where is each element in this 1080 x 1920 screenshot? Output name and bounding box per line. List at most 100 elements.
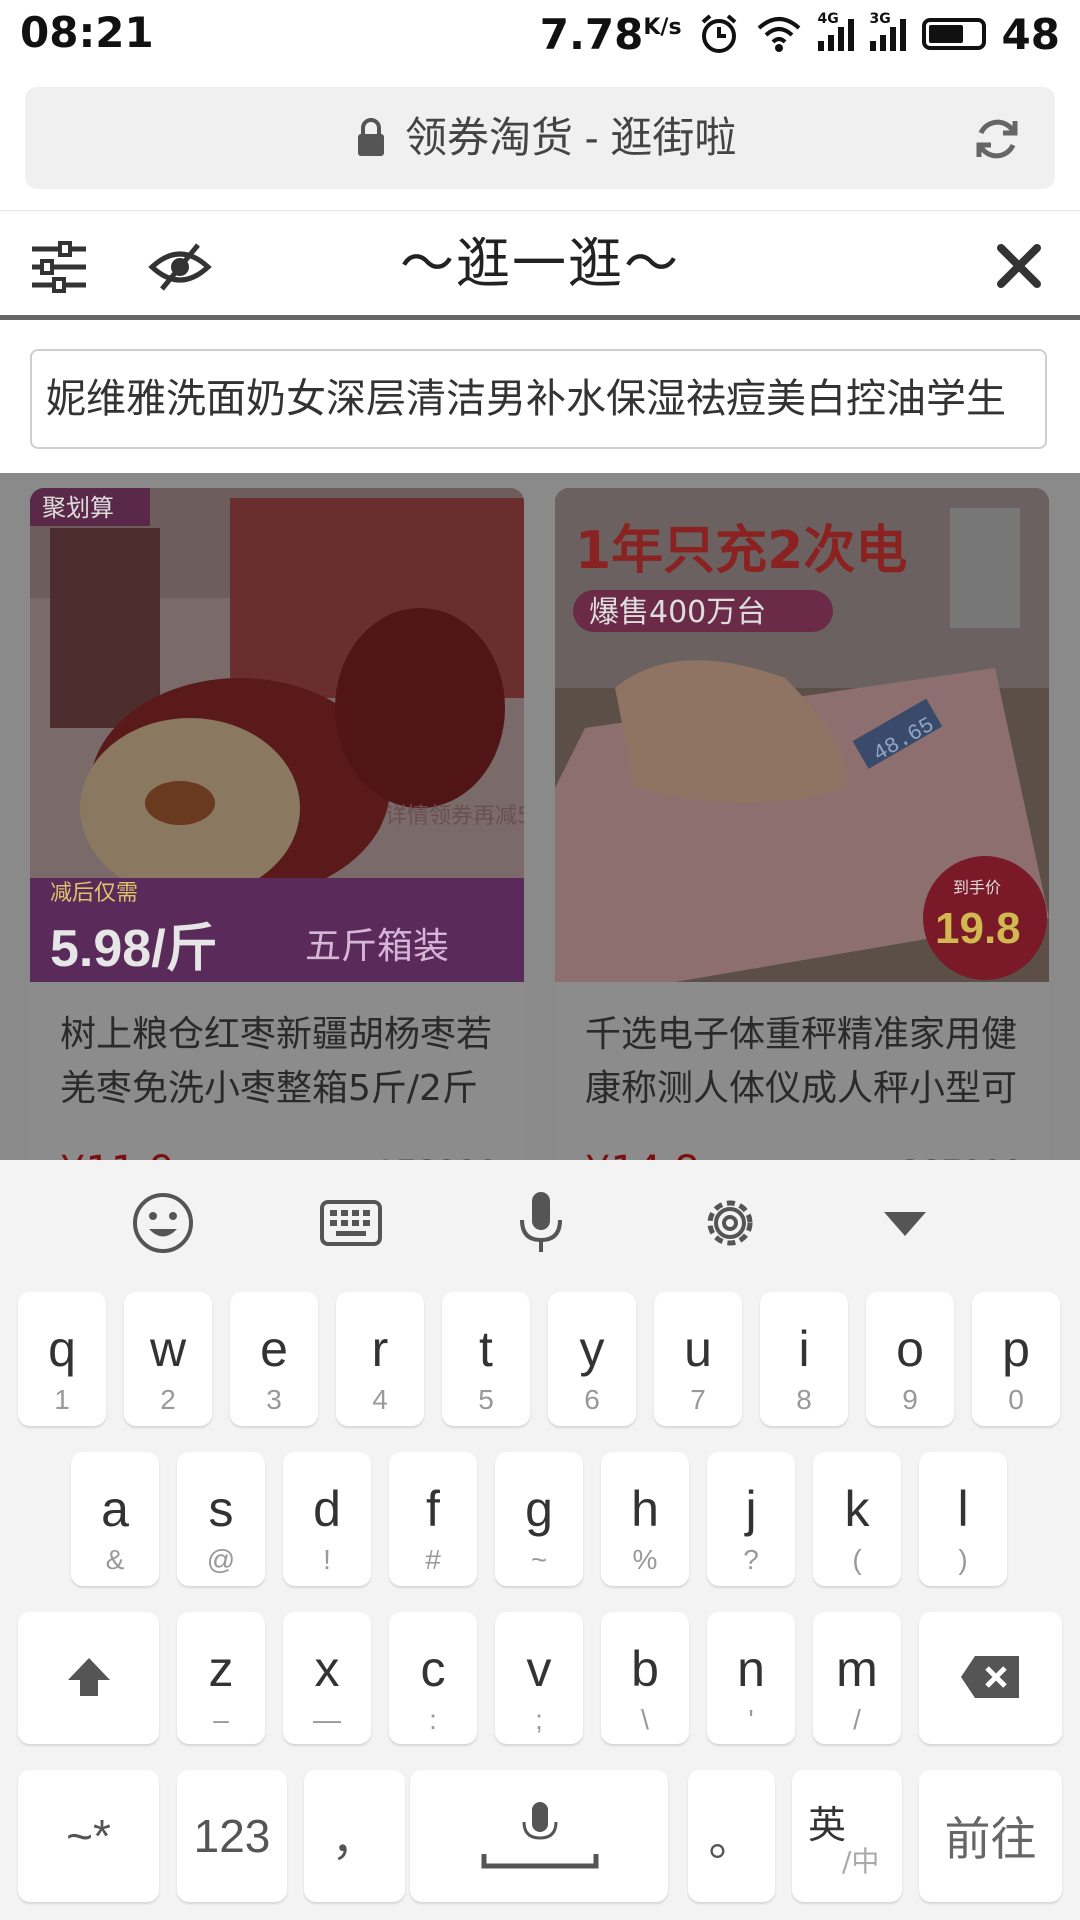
key-secondary: ? xyxy=(743,1544,759,1575)
coupon-text: 详情领券再减5元 xyxy=(385,804,524,829)
key-letter: b xyxy=(631,1641,659,1697)
settings-gear-icon[interactable] xyxy=(697,1190,763,1256)
language-sub: /中 xyxy=(842,1845,880,1878)
close-icon[interactable] xyxy=(996,243,1042,289)
key-o[interactable]: o9 xyxy=(866,1292,954,1426)
key-secondary: – xyxy=(213,1704,229,1735)
key-letter: o xyxy=(896,1321,924,1377)
alarm-icon xyxy=(701,14,736,53)
microphone-icon[interactable] xyxy=(508,1190,574,1256)
key-s[interactable]: s @ xyxy=(177,1452,265,1586)
symbols-key[interactable]: ~* xyxy=(18,1770,159,1902)
key-letter: f xyxy=(426,1481,440,1537)
space-key[interactable] xyxy=(410,1770,668,1902)
key-letter: c xyxy=(420,1641,446,1697)
soft-keyboard: q1w2e3r4t5y6u7i8o9p0 a & s @ d! f # g ~ h% j? k(l) … xyxy=(0,1160,1080,1920)
key-secondary: 4 xyxy=(372,1384,388,1415)
key-letter: v xyxy=(526,1641,552,1697)
key-f[interactable]: f # xyxy=(389,1452,477,1586)
key-g[interactable]: g ~ xyxy=(495,1452,583,1586)
key-v[interactable]: v; xyxy=(495,1612,583,1744)
product-title[interactable]: 树上粮仓红枣新疆胡杨枣若羌枣免洗小枣整箱5斤/2斤 xyxy=(60,1008,500,1116)
key-letter: t xyxy=(479,1321,493,1377)
language-switch-key[interactable]: 英 /中 xyxy=(792,1770,902,1902)
key-k[interactable]: k( xyxy=(813,1452,901,1586)
key-c[interactable]: c: xyxy=(389,1612,477,1744)
key-m[interactable]: m / xyxy=(813,1612,901,1744)
key-h[interactable]: h% xyxy=(601,1452,689,1586)
period-key[interactable]: 。 xyxy=(688,1770,775,1902)
key-l[interactable]: l) xyxy=(919,1452,1007,1586)
key-letter: m xyxy=(836,1641,878,1697)
shift-icon xyxy=(68,1658,110,1696)
key-secondary: 3 xyxy=(266,1384,282,1415)
key-secondary: # xyxy=(425,1544,441,1575)
key-letter: p xyxy=(1002,1321,1030,1377)
key-secondary: 5 xyxy=(478,1384,494,1415)
shift-key[interactable] xyxy=(18,1612,159,1744)
go-key[interactable]: 前往 xyxy=(919,1770,1062,1902)
price-badge-label: 到手价 xyxy=(953,878,1001,897)
search-area: 妮维雅洗面奶女深层清洁男补水保湿祛痘美白控油学生 xyxy=(0,325,1080,473)
page-header: ～逛一逛～ xyxy=(0,210,1080,320)
key-secondary: & xyxy=(105,1544,125,1575)
key-letter: i xyxy=(798,1321,810,1377)
key-e[interactable]: e3 xyxy=(230,1292,318,1426)
product-sold-count: 178990 xyxy=(376,1153,498,1160)
numbers-key[interactable]: 123 xyxy=(177,1770,287,1902)
key-x[interactable]: x — xyxy=(283,1612,371,1744)
key-letter: a xyxy=(101,1481,129,1537)
product-image[interactable]: 聚划算 减后仅需 5.98/斤 五斤箱装 详情领券再减5元 xyxy=(30,488,524,982)
key-letter: h xyxy=(631,1481,659,1537)
key-secondary: 6 xyxy=(584,1384,600,1415)
key-a[interactable]: a & xyxy=(71,1452,159,1586)
key-letter: s xyxy=(208,1481,234,1537)
network-speed-unit: K/s xyxy=(643,14,682,40)
emoji-icon[interactable] xyxy=(130,1190,196,1256)
status-bar: 08:21 7.78K/s 4G 3G 48 xyxy=(0,0,1080,66)
space-mic-icon xyxy=(481,1802,599,1869)
key-secondary: — xyxy=(313,1704,341,1735)
key-letter: j xyxy=(745,1481,757,1537)
reload-icon[interactable] xyxy=(971,113,1023,165)
key-secondary: ; xyxy=(535,1704,543,1735)
product-title[interactable]: 千选电子体重秤精准家用健康称测人体仪成人秤小型可 xyxy=(585,1008,1025,1116)
page-title: 领券淘货 - 逛街啦 xyxy=(405,114,737,161)
promo-price: 5.98/斤 xyxy=(50,920,218,978)
key-t[interactable]: t5 xyxy=(442,1292,530,1426)
backspace-key[interactable] xyxy=(919,1612,1062,1744)
key-secondary: 9 xyxy=(902,1384,918,1415)
key-letter: u xyxy=(684,1321,712,1377)
key-j[interactable]: j? xyxy=(707,1452,795,1586)
key-secondary: @ xyxy=(206,1544,236,1575)
product-card[interactable]: 48.65 到手价 19.8 1年只充2次电 爆售400万台 千选电子体重秤精准… xyxy=(555,488,1049,1160)
key-letter: d xyxy=(313,1481,341,1537)
search-input[interactable]: 妮维雅洗面奶女深层清洁男补水保湿祛痘美白控油学生 xyxy=(30,349,1047,449)
key-y[interactable]: y6 xyxy=(548,1292,636,1426)
collapse-keyboard-icon[interactable] xyxy=(872,1190,938,1256)
key-n[interactable]: n ' xyxy=(707,1612,795,1744)
product-image[interactable]: 48.65 到手价 19.8 1年只充2次电 爆售400万台 xyxy=(555,488,1049,982)
key-q[interactable]: q1 xyxy=(18,1292,106,1426)
keyboard-layout-icon[interactable] xyxy=(318,1190,384,1256)
key-secondary: 8 xyxy=(796,1384,812,1415)
key-secondary: 0 xyxy=(1008,1384,1024,1415)
key-b[interactable]: b \ xyxy=(601,1612,689,1744)
product-price: ¥14.8 xyxy=(585,1148,700,1160)
product-price: ¥11.9 xyxy=(60,1148,175,1160)
comma-key[interactable]: ， xyxy=(304,1770,405,1902)
product-sold-count: 287000 xyxy=(901,1153,1023,1160)
key-secondary: : xyxy=(429,1704,437,1735)
key-secondary: ( xyxy=(852,1544,862,1575)
key-p[interactable]: p0 xyxy=(972,1292,1060,1426)
key-w[interactable]: w2 xyxy=(124,1292,212,1426)
key-r[interactable]: r4 xyxy=(336,1292,424,1426)
address-bar[interactable]: 领券淘货 - 逛街啦 xyxy=(25,87,1055,189)
key-u[interactable]: u7 xyxy=(654,1292,742,1426)
key-letter: g xyxy=(525,1481,553,1537)
key-d[interactable]: d! xyxy=(283,1452,371,1586)
key-z[interactable]: z – xyxy=(177,1612,265,1744)
key-i[interactable]: i8 xyxy=(760,1292,848,1426)
product-card[interactable]: 聚划算 减后仅需 5.98/斤 五斤箱装 详情领券再减5元 树上粮仓红枣新疆胡杨… xyxy=(30,488,524,1160)
key-secondary: 7 xyxy=(690,1384,706,1415)
